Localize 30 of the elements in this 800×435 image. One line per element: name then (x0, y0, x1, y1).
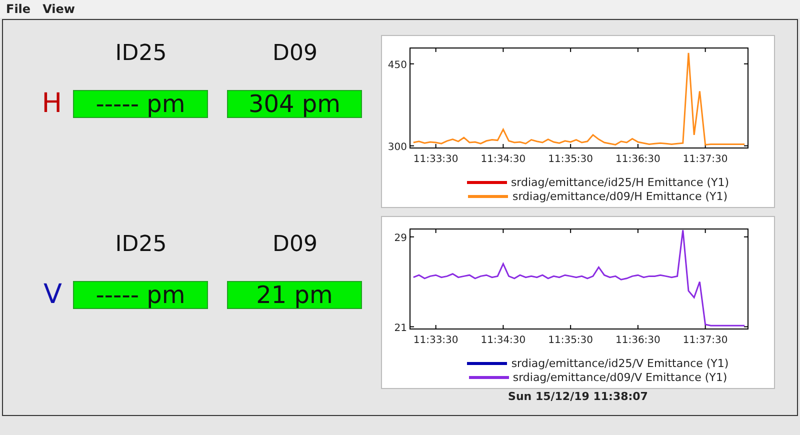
x-tick-label: 11:35:30 (548, 154, 594, 165)
y-tick-label: 450 (388, 60, 407, 71)
value-display: ----- pm (73, 90, 208, 118)
x-tick-label: 11:34:30 (480, 335, 526, 346)
legend-label: srdiag/emittance/id25/H Emittance (Y1) (510, 176, 730, 189)
value-display: 21 pm (227, 281, 362, 309)
y-tick-label: 29 (394, 232, 407, 244)
column-header: D09 (272, 232, 318, 257)
y-tick-label: 300 (388, 142, 407, 153)
y-tick-label: 21 (394, 322, 407, 334)
column-header: D09 (272, 41, 318, 66)
x-tick-label: 11:37:30 (682, 335, 728, 346)
x-tick-label: 11:36:30 (616, 335, 660, 346)
x-tick-label: 11:35:30 (548, 335, 594, 346)
value-display: 304 pm (227, 90, 362, 118)
plane-label: H (40, 90, 63, 118)
menu-item[interactable]: View (42, 2, 75, 16)
legend-label: srdiag/emittance/d09/H Emittance (Y1) (512, 190, 728, 203)
x-tick-label: 11:37:30 (682, 154, 728, 165)
x-tick-label: 11:36:30 (616, 154, 660, 165)
column-header: ID25 (114, 232, 168, 257)
column-header: ID25 (114, 41, 168, 66)
x-tick-label: 11:33:30 (413, 335, 458, 346)
menu-item[interactable]: File (6, 2, 31, 16)
plane-label: V (42, 281, 63, 309)
value-display: ----- pm (73, 281, 208, 309)
legend-label: srdiag/emittance/id25/V Emittance (Y1) (511, 357, 729, 370)
x-tick-label: 11:33:30 (413, 154, 458, 165)
x-tick-label: 11:34:30 (480, 154, 526, 165)
legend-label: srdiag/emittance/d09/V Emittance (Y1) (512, 371, 728, 384)
